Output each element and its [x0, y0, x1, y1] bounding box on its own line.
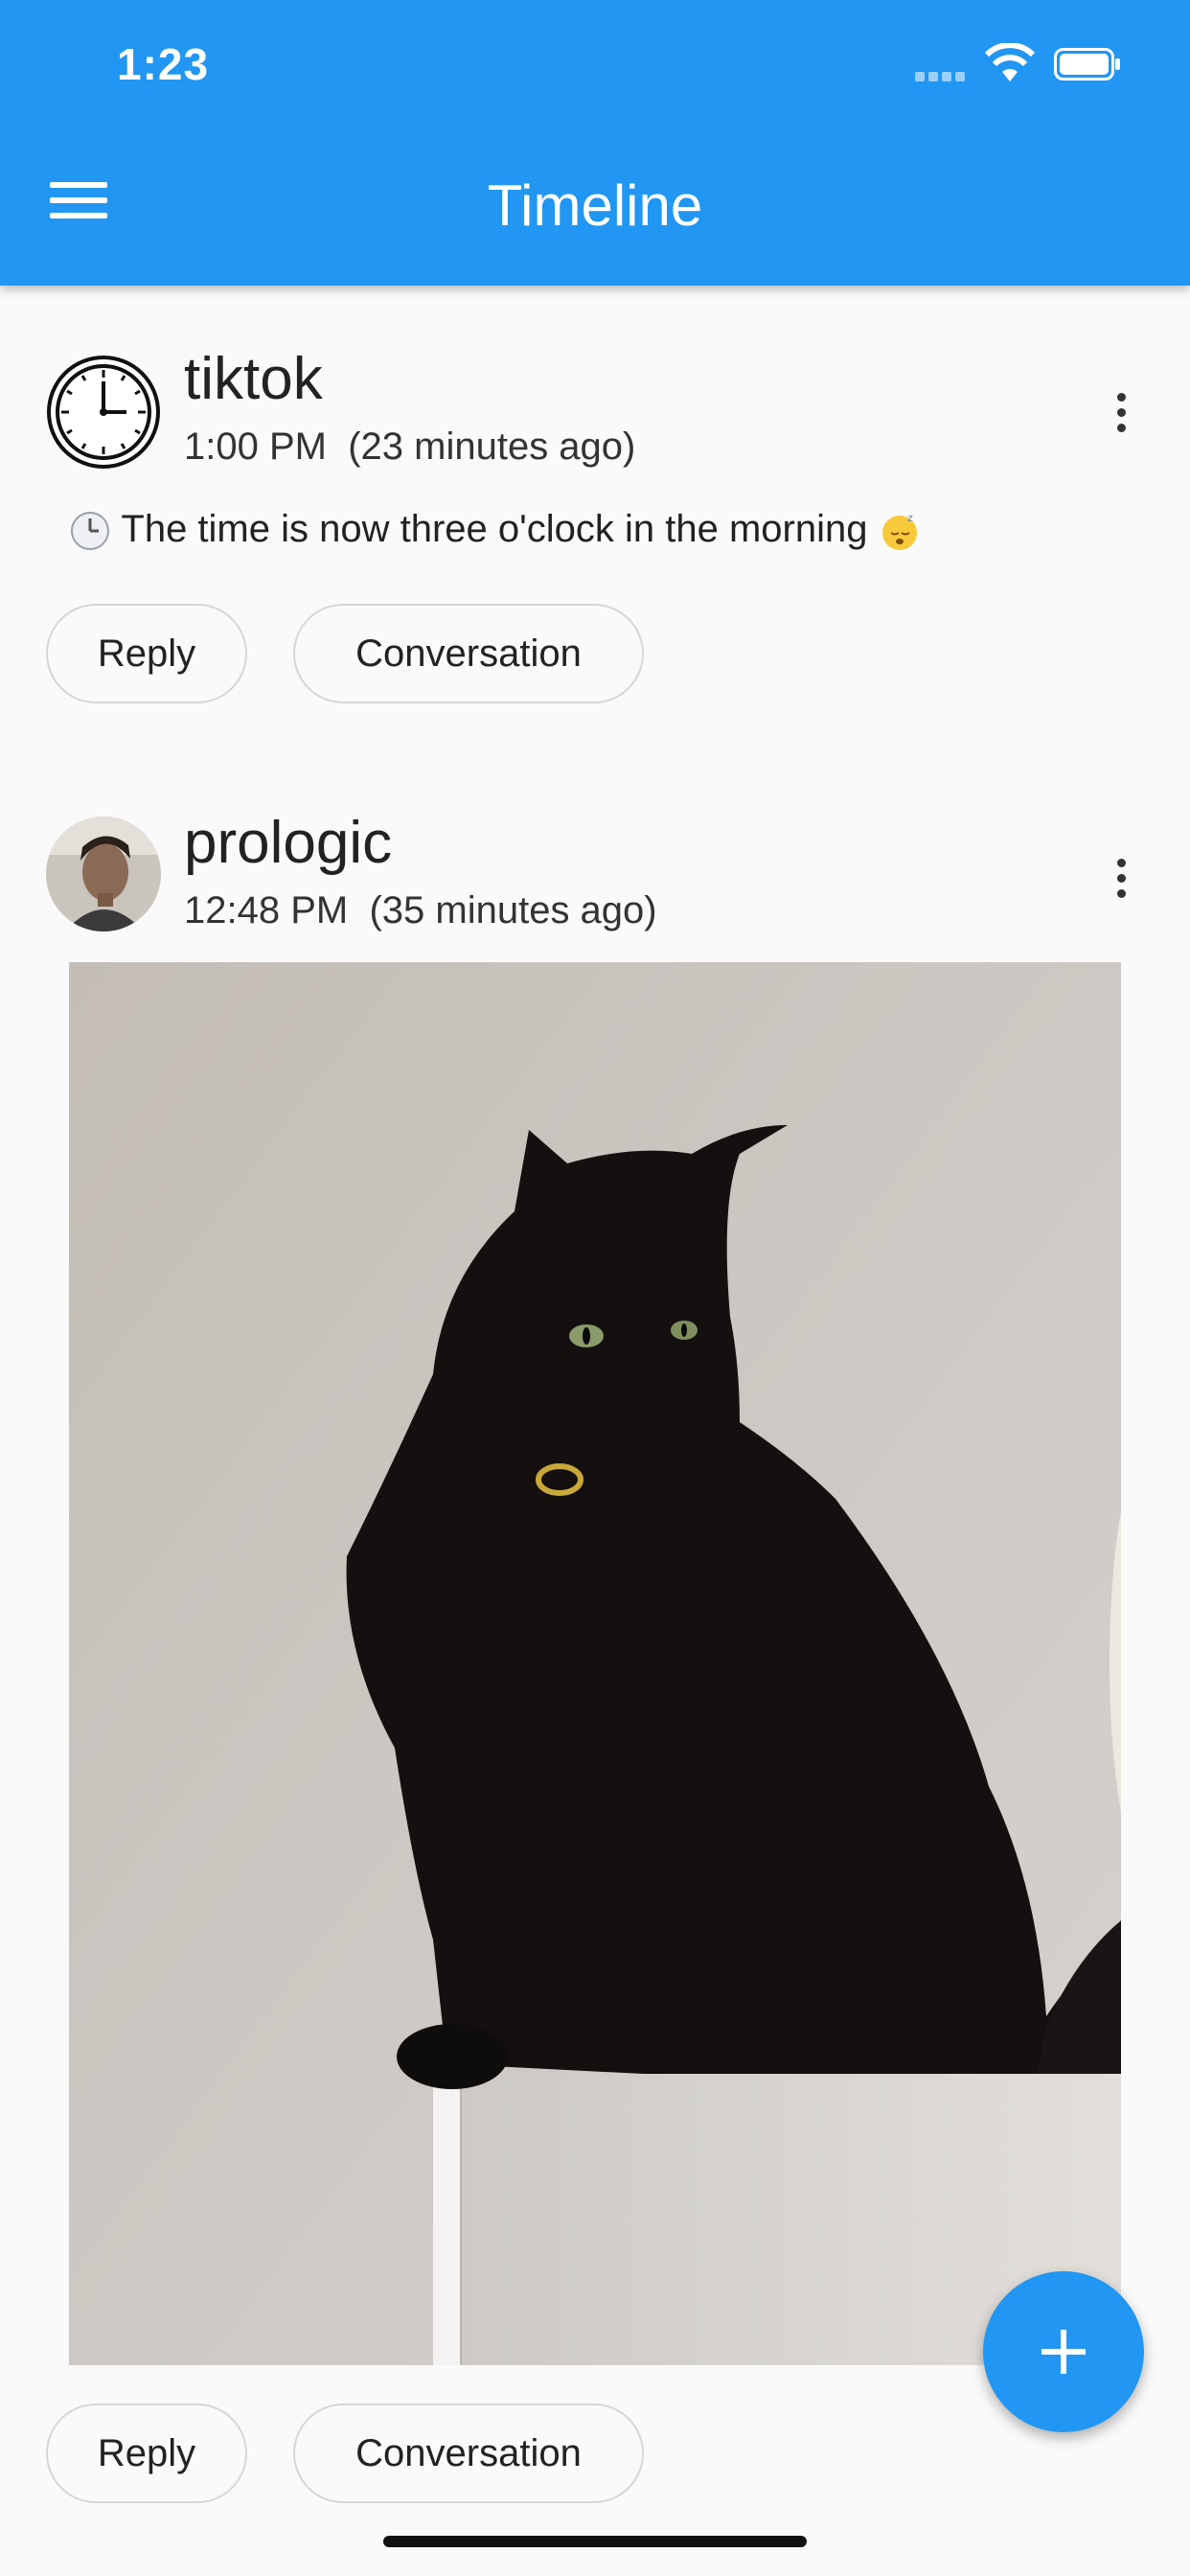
new-post-button[interactable] [983, 2271, 1144, 2432]
avatar[interactable] [46, 816, 161, 932]
author-name[interactable]: prologic [184, 809, 392, 877]
more-options-icon[interactable] [1111, 859, 1131, 898]
post-timestamp: 12:48 PM (35 minutes ago) [184, 889, 657, 932]
reply-button[interactable]: Reply [46, 604, 247, 703]
wifi-icon [985, 43, 1035, 81]
post-relative-time: (35 minutes ago) [369, 889, 657, 932]
clock-emoji-icon [71, 512, 109, 551]
post-body: The time is now three o'clock in the mor… [121, 508, 868, 550]
cellular-signal-icon [915, 69, 973, 81]
status-time: 1:23 [117, 39, 210, 89]
more-options-icon[interactable] [1111, 393, 1131, 432]
app-bar: 1:23 Timeline [0, 0, 1190, 286]
clock-avatar-icon[interactable] [46, 355, 161, 470]
post-photo[interactable] [69, 962, 1121, 2365]
home-indicator[interactable] [383, 2536, 807, 2547]
post-text: The time is now three o'clock in the mor… [69, 508, 921, 552]
svg-text:z: z [907, 512, 913, 524]
post-time: 12:48 PM [184, 889, 349, 932]
conversation-button[interactable]: Conversation [293, 2404, 644, 2503]
post-relative-time: (23 minutes ago) [348, 426, 636, 468]
battery-icon [1054, 48, 1120, 80]
post-timestamp: 1:00 PM (23 minutes ago) [184, 426, 635, 469]
sleeping-face-icon: z [881, 512, 917, 551]
post-card: tiktok 1:00 PM (23 minutes ago) The time… [0, 345, 1190, 728]
reply-button[interactable]: Reply [46, 2404, 247, 2503]
page-title: Timeline [487, 173, 703, 238]
post-time: 1:00 PM [184, 426, 327, 468]
conversation-button[interactable]: Conversation [293, 604, 644, 703]
author-name[interactable]: tiktok [184, 345, 323, 413]
